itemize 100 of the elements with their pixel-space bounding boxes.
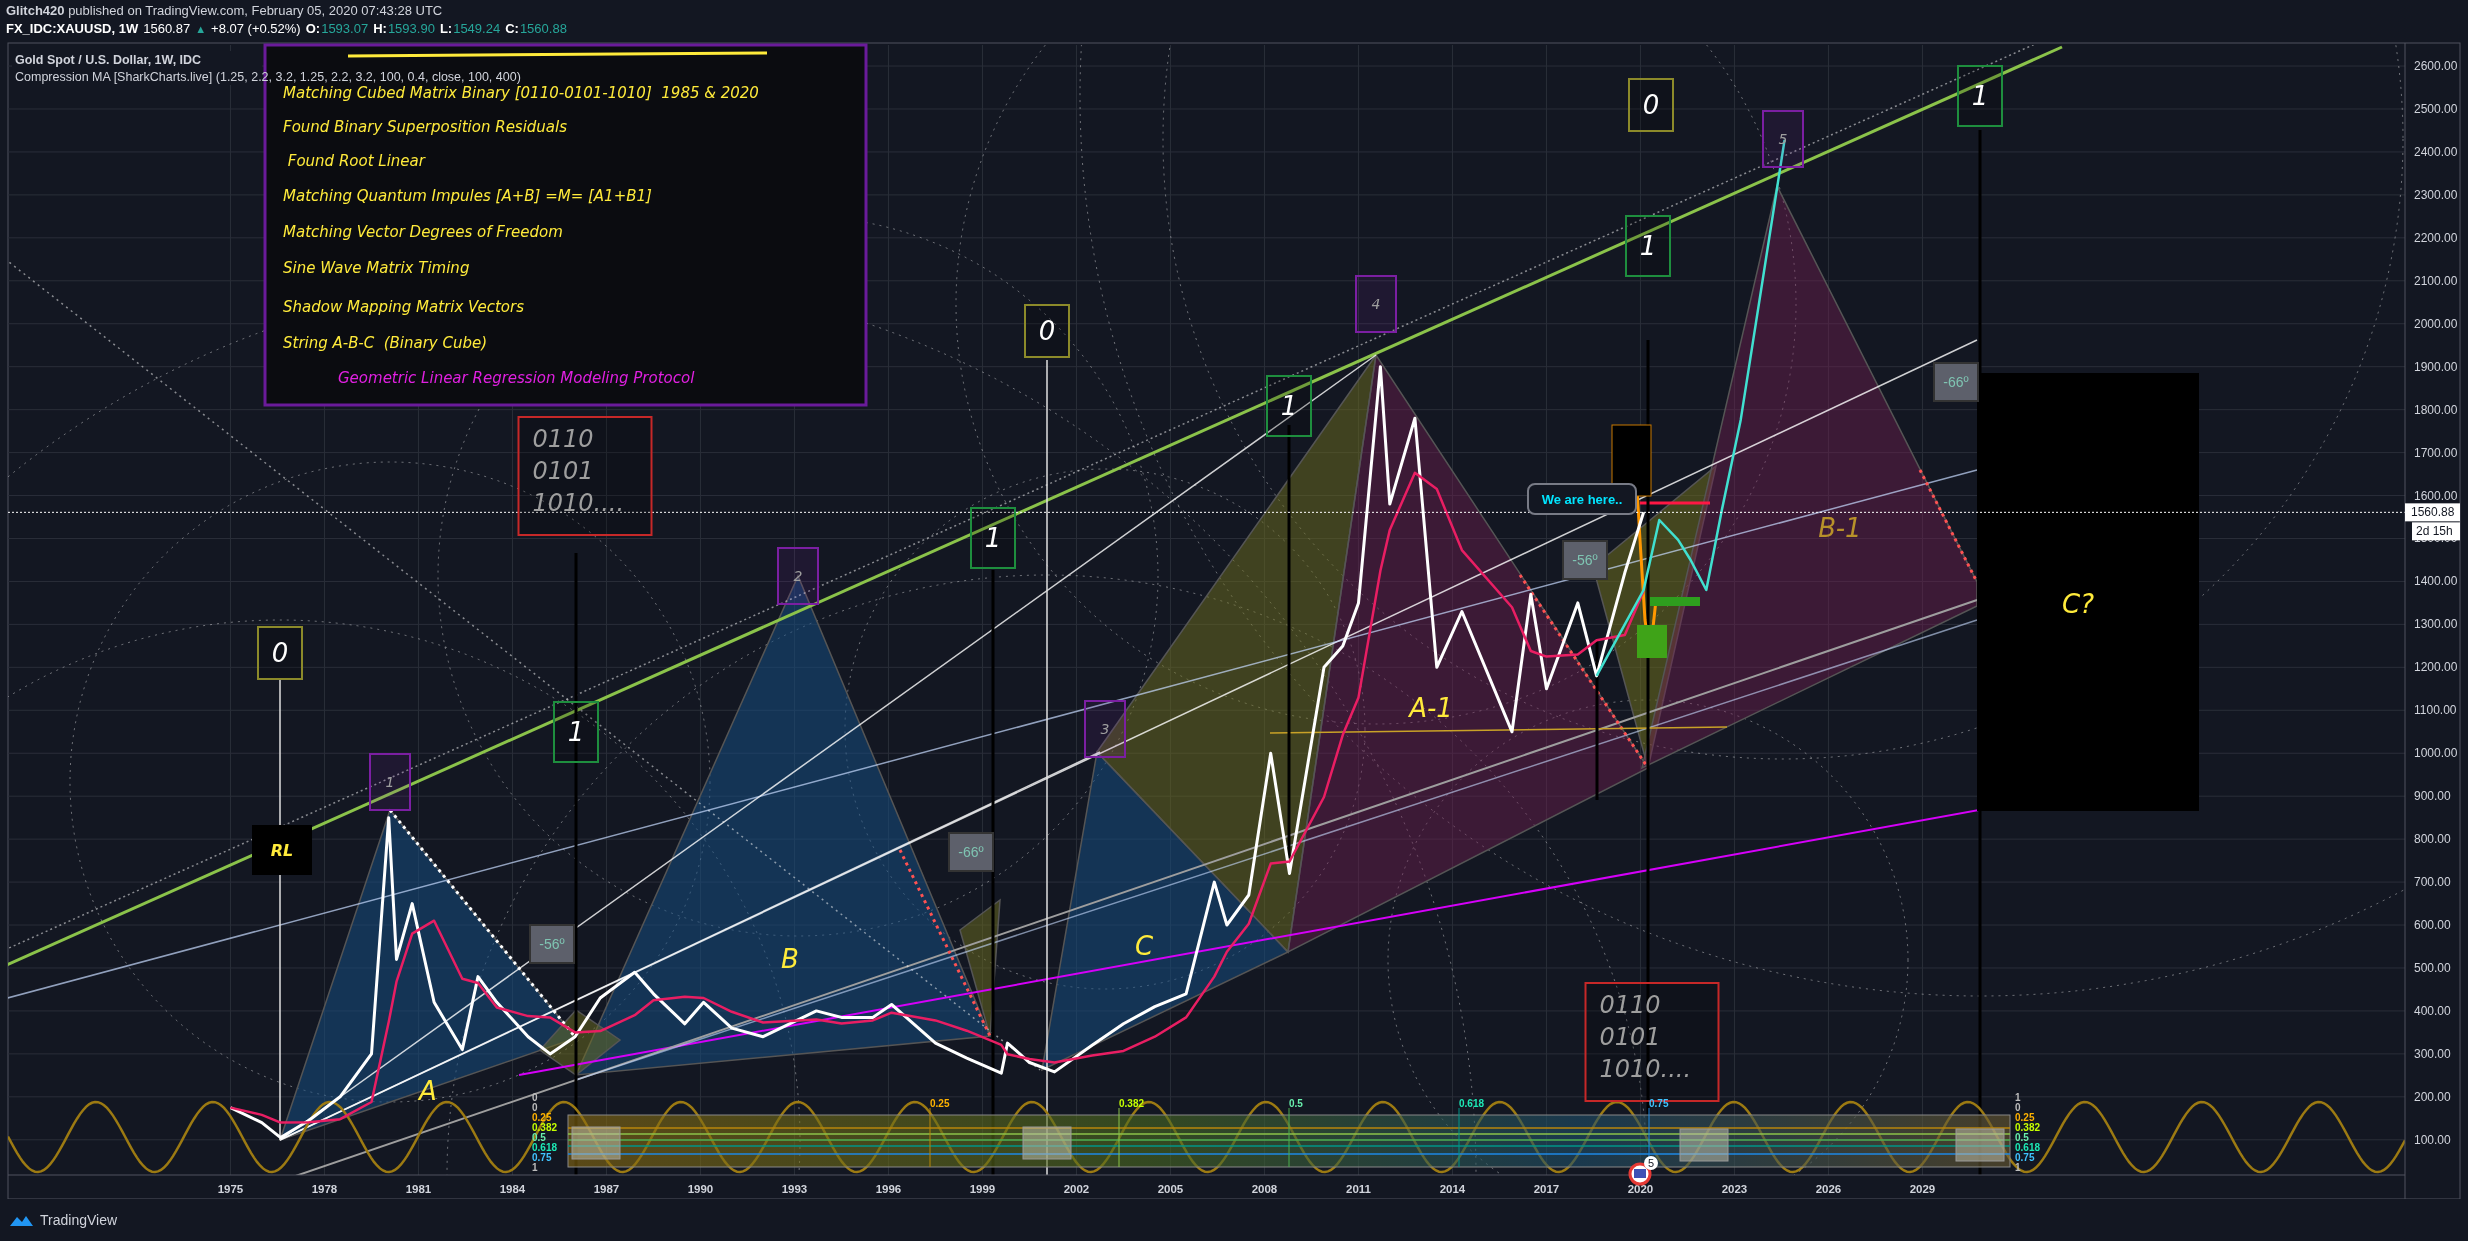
wave-label: C [1134, 931, 1154, 962]
fib-level-label: 0.5 [1289, 1098, 1303, 1109]
note-line: Found Root Linear [287, 152, 425, 170]
wave-label: A [419, 1076, 437, 1107]
fib-level-label: 0 [2015, 1102, 2021, 1113]
publish-byline: Glitch420 published on TradingView.com, February 05, 2020 07:43:28 UTC [6, 3, 443, 18]
binary-code-label: 0110 0101 1010.... [517, 416, 653, 536]
wave-count-label: 2 [777, 547, 819, 605]
price-axis-label: 2000.00 [2414, 316, 2458, 331]
ohlc-label: H: [373, 21, 387, 36]
change-arrow: ▲ [195, 23, 207, 35]
angle-label: -56º [529, 924, 575, 964]
cycle-count-label: 1 [1625, 215, 1671, 277]
resistance-line [1640, 501, 1710, 505]
fib-level-label: 0 [532, 1092, 538, 1103]
fib-level-label: 0.382 [2015, 1122, 2041, 1133]
zone-box [1637, 625, 1667, 658]
fib-level-label: 1 [532, 1162, 538, 1173]
brand-name: TradingView [40, 1212, 118, 1228]
note-line: Matching Cubed Matrix Binary [0110-0101-1010] 1985 & 2020 [283, 84, 759, 102]
time-axis-label: 1999 [969, 1183, 996, 1195]
fib-level-label: 0 [532, 1102, 538, 1113]
price-axis-label: 100.00 [2414, 1132, 2451, 1147]
time-axis-label: 1984 [499, 1183, 526, 1195]
price-axis-label: 700.00 [2414, 875, 2451, 890]
time-axis-label: 2023 [1721, 1183, 1748, 1195]
ohlc-label: C: [505, 21, 519, 36]
price-axis-label: 2300.00 [2414, 187, 2458, 202]
chart-title: Gold Spot / U.S. Dollar, 1W, IDC [15, 53, 202, 67]
time-axis-label: 2014 [1439, 1183, 1466, 1195]
fib-level-label: 0.75 [2015, 1152, 2035, 1163]
ohlc-value: 1593.90 [387, 21, 435, 36]
wave-label: A-1 [1409, 693, 1453, 724]
wave-count-label: 1 [369, 753, 411, 811]
time-axis-label: 1990 [687, 1183, 714, 1195]
cycle-count-label: 1 [970, 507, 1016, 569]
angle-label: -66º [948, 832, 994, 872]
time-axis-label: 1981 [405, 1183, 432, 1195]
price-axis-label: 900.00 [2414, 789, 2451, 804]
wave-label: B-1 [1818, 513, 1862, 544]
fib-level-label: 0.382 [1119, 1098, 1145, 1109]
zone-box [1650, 597, 1700, 606]
cycle-start-label: 0 [1628, 78, 1674, 132]
wave-count-label: 5 [1762, 110, 1804, 168]
time-axis-label: 2002 [1063, 1183, 1090, 1195]
price-axis-label: 1200.00 [2414, 660, 2458, 675]
fib-level-label: 0.25 [930, 1098, 950, 1109]
ohlc-value: 1593.07 [321, 21, 369, 36]
time-axis-label: 1978 [311, 1183, 338, 1195]
price-axis-label: 2600.00 [2414, 59, 2458, 74]
price-axis-label: 2500.00 [2414, 102, 2458, 116]
wave-label: B [781, 944, 799, 975]
time-axis-label: 2020 [1627, 1183, 1654, 1195]
time-axis-label: 2029 [1909, 1183, 1936, 1195]
cycle-count-label: 1 [553, 701, 599, 763]
cycle-start-label: 0 [1024, 304, 1070, 358]
price-axis-label: 1000.00 [2414, 746, 2458, 761]
fib-level-label: 0.618 [532, 1142, 558, 1153]
price-axis-label: 1600.00 [2414, 488, 2458, 503]
last-price: 1560.87 [143, 21, 191, 36]
angle-label: -56º [1562, 540, 1608, 580]
fib-level-label: 0.75 [532, 1152, 552, 1163]
last-price-tag: 1560.88 [2405, 503, 2460, 522]
fib-level-label: 0.618 [1459, 1098, 1485, 1109]
price-axis-label: 400.00 [2414, 1003, 2451, 1018]
price-axis-label: 1800.00 [2414, 402, 2458, 417]
fib-level-label: 1 [2015, 1162, 2021, 1173]
time-axis-label: 2026 [1815, 1183, 1842, 1195]
protocol-title: Geometric Linear Regression Modeling Protocol [338, 369, 695, 387]
price-axis-label: 1700.00 [2414, 445, 2458, 460]
note-line: Matching Quantum Impules [A+B] =M= [A1+B1] [283, 187, 652, 205]
time-axis-label: 1996 [875, 1183, 902, 1195]
note-line: Found Binary Superposition Residuals [283, 118, 568, 136]
price-axis-label: 1300.00 [2414, 617, 2458, 632]
fib-level-label: 0.5 [2015, 1132, 2029, 1143]
price-axis-label: 300.00 [2414, 1046, 2451, 1061]
fib-level-label: 1 [2015, 1092, 2021, 1103]
time-axis-label: 1987 [593, 1183, 620, 1195]
time-axis-label: 2008 [1251, 1183, 1278, 1195]
price-axis-label: 1900.00 [2414, 359, 2458, 374]
fib-level-label: 0.25 [2015, 1112, 2035, 1123]
ohlc-value: 1549.24 [453, 21, 501, 36]
note-line: Sine Wave Matrix Timing [283, 259, 470, 277]
price-axis-label: 800.00 [2414, 832, 2451, 847]
callout-label: We are here.. [1527, 483, 1637, 515]
price-axis-label: 2400.00 [2414, 144, 2458, 159]
price-axis-label: 600.00 [2414, 918, 2451, 933]
note-line: String A-B-C (Binary Cube) [283, 334, 488, 352]
cycle-count-label: 1 [1266, 375, 1312, 437]
ohlc-value: 1560.88 [519, 21, 567, 36]
angle-label: -66º [1933, 362, 1979, 402]
wave-count-label: 3 [1084, 700, 1126, 758]
wave-count-label: 4 [1355, 275, 1397, 333]
symbol-title: FX_IDC:XAUUSD, 1W [6, 21, 139, 36]
time-axis-label: 1975 [217, 1183, 244, 1195]
event-count-badge[interactable]: 5 [1644, 1156, 1658, 1170]
time-axis-label: 1993 [781, 1183, 808, 1195]
price-axis-label: 200.00 [2414, 1089, 2451, 1104]
price-axis-label: 500.00 [2414, 961, 2451, 975]
price-change: +8.07 (+0.52%) [211, 21, 301, 36]
